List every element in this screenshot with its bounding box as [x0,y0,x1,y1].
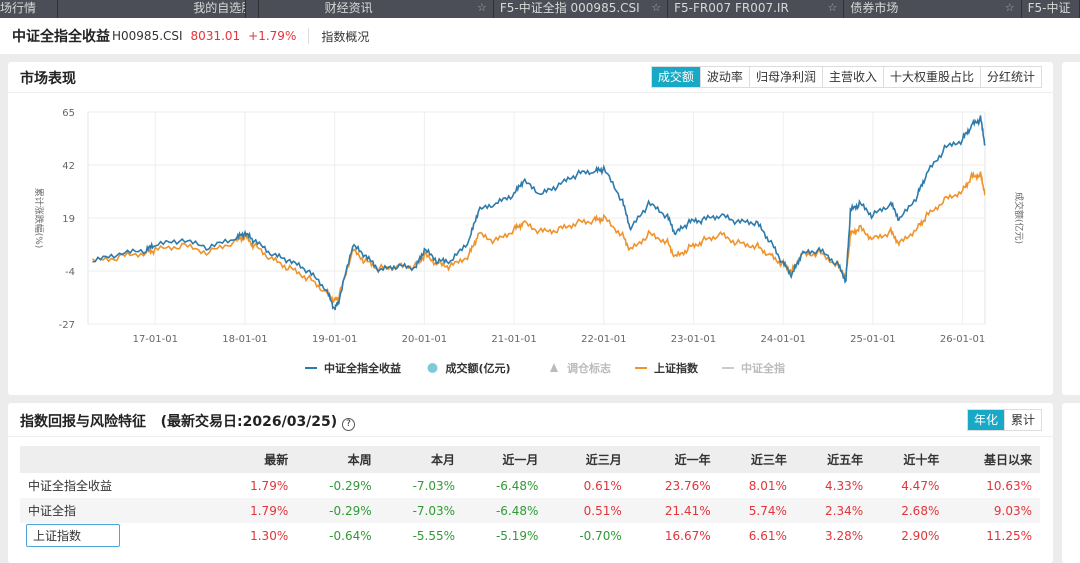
return-value: 21.41% [629,498,719,523]
column-header: 近一月 [463,446,547,473]
return-value: -6.48% [495,478,539,493]
x-tick-label: 19-01-01 [312,334,357,345]
row-name: 中证全指 [28,504,77,518]
y-tick-label: 42 [62,161,75,172]
column-header: 近三月 [546,446,630,473]
series-line-0 [92,115,986,311]
return-value: 1.79% [220,498,297,523]
series-line-1 [91,170,986,305]
return-mode-buttons: 年化 累计 [966,409,1042,431]
legend-item[interactable]: 调仓标志 [567,361,611,375]
y-tick-label: 65 [62,108,75,119]
return-value: 16.67% [664,528,711,543]
row-name-cell: 上证指数 [20,523,220,548]
help-icon[interactable]: ? [342,418,356,431]
return-value: 0.51% [546,498,630,523]
return-value: -0.70% [579,528,622,543]
column-header: 本月 [379,446,464,473]
return-value: -5.55% [412,528,456,543]
x-tick-label: 20-01-01 [402,334,447,345]
legend-triangle-icon [550,363,558,372]
column-header: 近十年 [871,446,948,473]
return-value: 4.47% [901,478,940,493]
cumulative-button[interactable]: 累计 [1004,410,1041,430]
return-value: 4.33% [825,478,864,493]
return-value: 9.03% [947,498,1040,523]
column-header: 近三年 [718,446,795,473]
return-value: 1.79% [250,478,289,493]
x-tick-label: 18-01-01 [222,334,267,345]
y-axis-label: 累计涨跌幅(%) [33,188,45,249]
return-value: -5.19% [495,528,539,543]
return-value: 5.74% [718,498,795,523]
latest-trade-date: (最新交易日:2026/03/25) [160,414,338,430]
return-value: 8.01% [748,478,787,493]
return-value: -7.03% [379,498,464,523]
legend-item[interactable]: 中证全指全收益 [324,361,401,375]
x-tick-label: 22-01-01 [581,334,626,345]
annualized-button[interactable]: 年化 [967,410,1005,430]
return-value: 1.30% [250,528,289,543]
performance-chart: 65 42 19 -4 -27 17-01-01 18-01-01 19-01-01 20-01… [33,108,1025,375]
return-value: 3.28% [825,528,864,543]
return-value: -6.48% [463,498,547,523]
return-value: 2.90% [901,528,940,543]
return-value: 10.63% [986,478,1032,493]
return-value: -0.29% [329,478,372,493]
return-value: 6.61% [748,528,787,543]
row-name-input[interactable]: 上证指数 [26,524,120,547]
return-value: -0.29% [296,498,380,523]
column-header: 最新 [220,446,297,473]
legend-dot-icon [427,363,438,373]
column-header: 近五年 [794,446,872,473]
column-header: 基日以来 [947,446,1040,473]
legend-item[interactable]: 成交额(亿元) [446,361,511,375]
row-name: 中证全指全收益 [28,479,113,493]
table-header: 最新 本周 本月 近一月 近三月 近一年 近三年 近五年 近十年 基日以来 [20,446,1040,473]
returns-table: 最新 本周 本月 近一月 近三月 近一年 近三年 近五年 近十年 基日以来 中证全指全收益 1.79… [20,446,1040,548]
side-card [1062,403,1080,563]
return-value: -7.03% [412,478,456,493]
row-name-cell: 中证全指全收益 [20,473,220,498]
y-tick-label: 19 [62,214,75,225]
y-tick-label: -27 [59,320,75,331]
return-value: 11.25% [986,528,1032,543]
row-name-cell: 中证全指 [20,498,220,523]
return-value: 23.76% [664,478,711,493]
x-tick-label: 24-01-01 [760,334,805,345]
card-title: 指数回报与风险特征 (最新交易日:2026/03/25) ? [20,411,356,431]
x-tick-label: 17-01-01 [133,334,178,345]
return-value: 2.68% [871,498,948,523]
table-row[interactable]: 中证全指 1.79% -0.29% -7.03% -6.48% 0.51% 21.41% 5.… [20,498,1040,523]
column-header [20,446,220,473]
table-row[interactable]: 中证全指全收益 1.79% -0.29% -7.03% -6.48% 0.61% 23.76… [20,473,1040,498]
y2-axis-label: 成交额(亿元) [1013,192,1025,244]
legend-item[interactable]: 上证指数 [654,361,699,375]
x-tick-label: 21-01-01 [491,334,536,345]
x-tick-label: 26-01-01 [940,334,985,345]
return-value: 0.61% [583,478,622,493]
return-value: 2.34% [794,498,872,523]
x-tick-label: 23-01-01 [671,334,716,345]
legend-item[interactable]: 中证全指 [741,361,785,375]
returns-title: 指数回报与风险特征 [20,414,146,430]
table-row[interactable]: 上证指数 1.30% -0.64% -5.55% -5.19% -0.70% 16.67% 6… [20,523,1040,548]
return-value: -0.64% [329,528,372,543]
x-tick-label: 25-01-01 [850,334,895,345]
y-tick-label: -4 [65,267,75,278]
column-header: 近一年 [629,446,719,473]
column-header: 本周 [296,446,380,473]
